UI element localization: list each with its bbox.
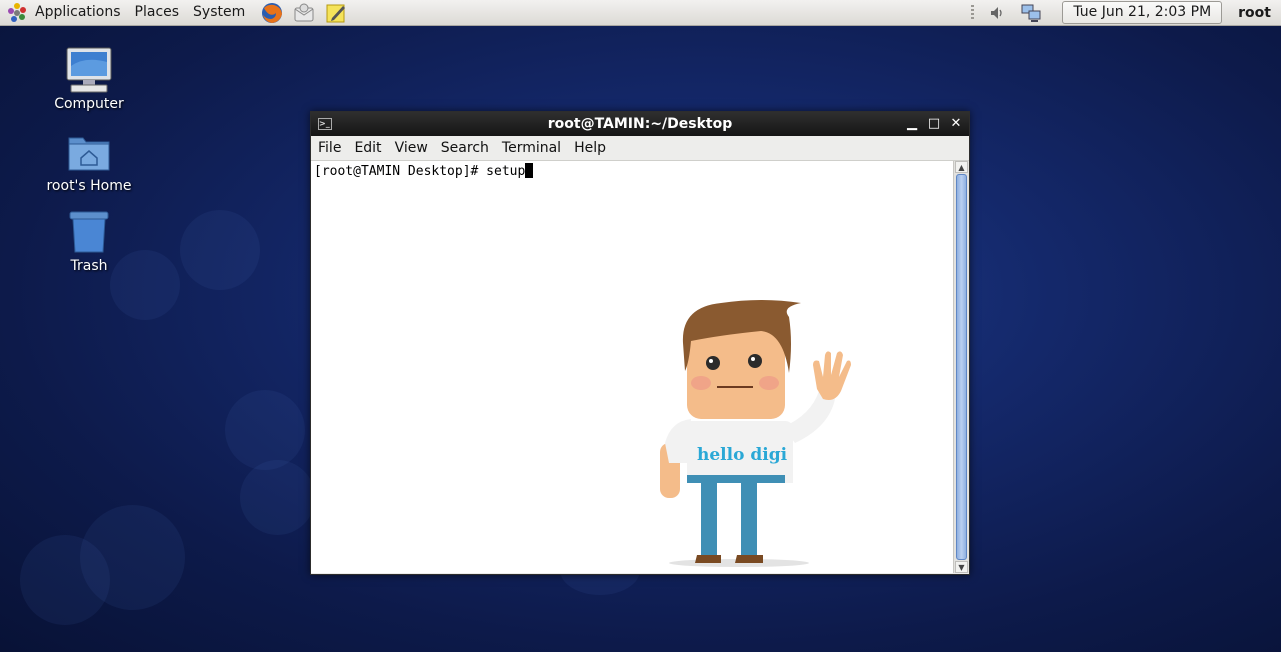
firefox-icon[interactable] (260, 2, 284, 24)
close-icon[interactable]: ✕ (947, 115, 965, 133)
computer-icon (65, 46, 113, 94)
terminal-output[interactable]: [root@TAMIN Desktop]# setup hello digi (311, 161, 954, 573)
terminal-menubar: File Edit View Search Terminal Help (311, 136, 969, 161)
desktop-bokeh (240, 460, 315, 535)
panel-tray: Tue Jun 21, 2:03 PM root (965, 0, 1281, 25)
applications-menu[interactable]: Applications (28, 0, 128, 25)
text-cursor (525, 163, 534, 178)
hello-digi-character: hello digi (660, 300, 851, 567)
maximize-icon[interactable]: □ (925, 115, 943, 133)
top-panel: Applications Places System Tue Jun 21, 2… (0, 0, 1281, 26)
desktop-icon-computer[interactable]: Computer (34, 46, 144, 112)
menu-terminal[interactable]: Terminal (495, 140, 567, 156)
menu-edit[interactable]: Edit (347, 140, 387, 156)
desktop-bokeh (180, 210, 260, 290)
network-icon[interactable] (1020, 2, 1042, 24)
shirt-text: hello digi (697, 445, 788, 465)
desktop-icon-label: Computer (54, 96, 124, 112)
home-folder-icon (65, 128, 113, 176)
gnome-foot-icon[interactable] (6, 2, 28, 24)
prompt-text: [root@TAMIN Desktop]# setup (314, 164, 526, 179)
command-line: [root@TAMIN Desktop]# setup (314, 163, 534, 179)
scrollbar-thumb[interactable] (956, 174, 967, 560)
panel-separator (971, 4, 975, 21)
desktop-bokeh (225, 390, 305, 470)
terminal-window: >_ root@TAMIN:~/Desktop ▁ □ ✕ File Edit … (310, 111, 970, 575)
scroll-down-icon[interactable]: ▼ (955, 561, 968, 573)
desktop-icon-trash[interactable]: Trash (34, 208, 144, 274)
desktop-icon-home[interactable]: root's Home (34, 128, 144, 194)
menu-view[interactable]: View (388, 140, 434, 156)
terminal-scrollbar[interactable]: ▲ ▼ (953, 161, 969, 573)
clock[interactable]: Tue Jun 21, 2:03 PM (1062, 1, 1223, 24)
mail-icon[interactable] (292, 2, 316, 24)
menu-help[interactable]: Help (567, 140, 612, 156)
scroll-up-icon[interactable]: ▲ (955, 161, 968, 173)
window-title: root@TAMIN:~/Desktop (547, 116, 733, 132)
menu-search[interactable]: Search (434, 140, 495, 156)
trash-icon (65, 208, 113, 256)
system-menu[interactable]: System (186, 0, 252, 25)
volume-icon[interactable] (986, 2, 1008, 24)
window-titlebar[interactable]: >_ root@TAMIN:~/Desktop ▁ □ ✕ (311, 112, 969, 136)
places-menu[interactable]: Places (128, 0, 187, 25)
desktop-bokeh (20, 535, 110, 625)
desktop-icon-label: root's Home (46, 178, 132, 194)
notes-icon[interactable] (324, 2, 348, 24)
minimize-icon[interactable]: ▁ (903, 115, 921, 133)
desktop-icon-label: Trash (70, 258, 108, 274)
menu-file[interactable]: File (311, 140, 347, 156)
user-menu[interactable]: root (1230, 5, 1281, 21)
